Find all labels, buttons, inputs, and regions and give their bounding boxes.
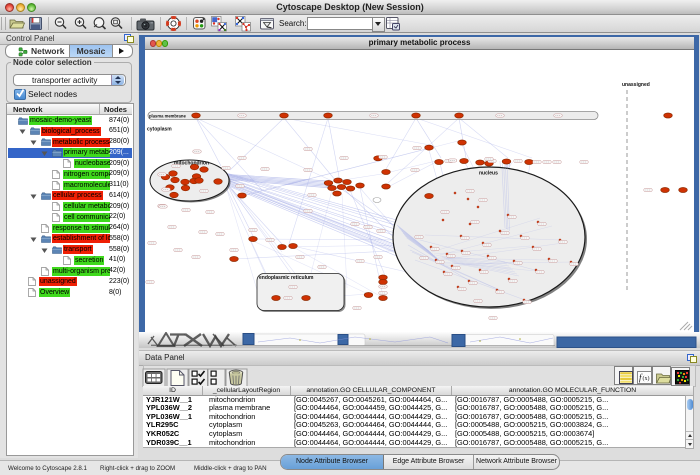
svg-text:plasma membrane: plasma membrane — [149, 114, 186, 119]
svg-text:(x): (x) — [643, 375, 650, 382]
svg-text:endoplasmic reticulum: endoplasmic reticulum — [259, 275, 314, 281]
svg-text:unassigned: unassigned — [622, 82, 650, 88]
svg-text:nucleus: nucleus — [479, 171, 498, 177]
svg-text:cytoplasm: cytoplasm — [147, 127, 172, 133]
